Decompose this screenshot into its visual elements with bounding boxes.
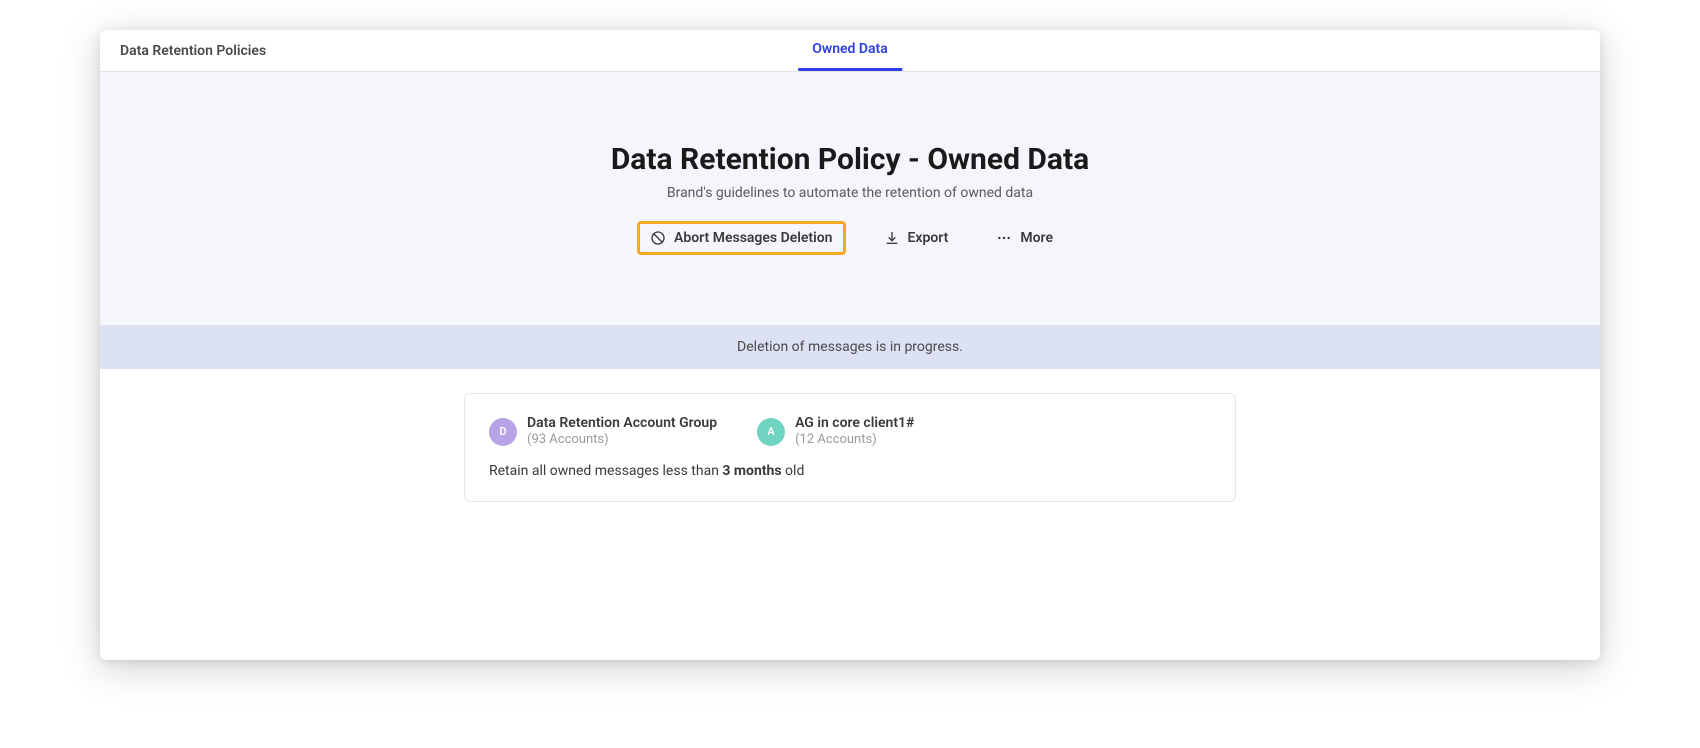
group-text: Data Retention Account Group (93 Account… [527,414,717,449]
retention-prefix: Retain all owned messages less than [489,463,722,479]
account-group[interactable]: A AG in core client1# (12 Accounts) [757,414,914,449]
group-name: Data Retention Account Group [527,414,717,432]
group-name: AG in core client1# [795,414,914,432]
ellipsis-icon [996,230,1012,246]
tab-owned-data[interactable]: Owned Data [798,30,902,71]
export-button-label: Export [908,230,949,246]
group-text: AG in core client1# (12 Accounts) [795,414,914,449]
tab-strip: Owned Data [798,30,902,71]
topbar: Data Retention Policies Owned Data [100,30,1600,72]
abort-messages-deletion-button[interactable]: Abort Messages Deletion [637,221,845,255]
account-group[interactable]: D Data Retention Account Group (93 Accou… [489,414,717,449]
policy-card: D Data Retention Account Group (93 Accou… [464,393,1236,502]
retention-suffix: old [782,463,805,479]
abort-button-label: Abort Messages Deletion [674,230,832,246]
account-groups-row: D Data Retention Account Group (93 Accou… [489,414,1211,449]
download-icon [884,230,900,246]
retention-rule: Retain all owned messages less than 3 mo… [489,463,1211,479]
breadcrumb[interactable]: Data Retention Policies [100,43,266,59]
group-count: (12 Accounts) [795,432,914,449]
export-button[interactable]: Export [874,222,959,254]
hero-section: Data Retention Policy - Owned Data Brand… [100,72,1600,325]
avatar: D [489,418,517,446]
group-count: (93 Accounts) [527,432,717,449]
page-subtitle: Brand's guidelines to automate the reten… [100,185,1600,201]
retention-duration: 3 months [722,463,781,479]
content-area: D Data Retention Account Group (93 Accou… [100,369,1600,562]
more-button-label: More [1020,230,1053,246]
avatar: A [757,418,785,446]
cancel-icon [650,230,666,246]
page-title: Data Retention Policy - Owned Data [100,142,1600,177]
more-button[interactable]: More [986,222,1063,254]
action-bar: Abort Messages Deletion Export [100,221,1600,255]
app-window: Data Retention Policies Owned Data Data … [100,30,1600,660]
status-banner: Deletion of messages is in progress. [100,325,1600,369]
